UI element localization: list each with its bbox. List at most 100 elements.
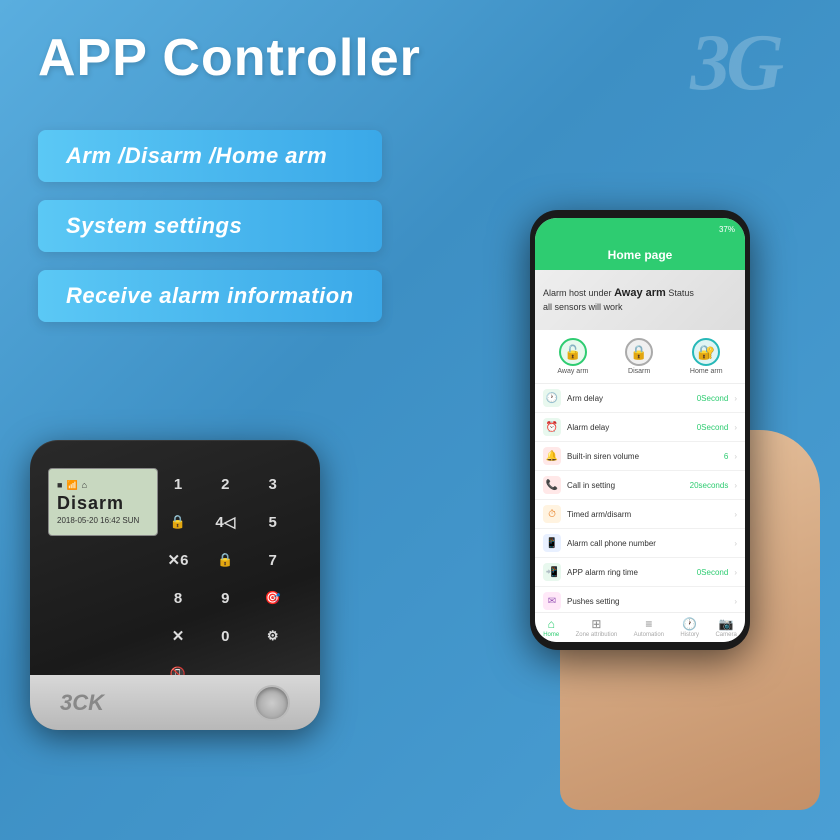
- home-arm-button[interactable]: 🔐 Home arm: [690, 338, 723, 375]
- siren-chevron: ›: [734, 452, 737, 461]
- key-back: ✕: [162, 622, 194, 650]
- nav-automation-icon: ≡: [645, 617, 652, 631]
- ring-time-label: APP alarm ring time: [567, 568, 691, 577]
- key-0: 0: [209, 622, 241, 650]
- home-arm-icon: 🔐: [692, 338, 720, 366]
- pushes-icon: ✉: [543, 592, 561, 610]
- alarm-delay-chevron: ›: [734, 423, 737, 432]
- nav-history-icon: 🕐: [682, 617, 697, 631]
- home-arm-label: Home arm: [690, 368, 723, 375]
- pill-arm: Arm /Disarm /Home arm: [38, 130, 382, 182]
- arm-buttons-row: 🔓 Away arm 🔒 Disarm 🔐 Home arm: [535, 330, 745, 384]
- nav-zone[interactable]: ⊞ Zone attribution: [576, 617, 618, 638]
- nav-home-label: Home: [543, 632, 559, 638]
- key-lock-top: 🔒: [162, 508, 194, 536]
- screen-status-text: Disarm: [57, 493, 124, 514]
- settings-row-phone-number[interactable]: 📱 Alarm call phone number ›: [535, 529, 745, 558]
- device-keypad: 1 2 3 🔒 4◁ 5 ✕6 🔒 7 8 9 🎯 ✕ 0 ⚙ 📵: [154, 462, 302, 696]
- pill-alarm: Receive alarm information: [38, 270, 382, 322]
- siren-value: 6: [724, 452, 728, 461]
- away-arm-label: Away arm: [557, 368, 588, 375]
- nav-camera[interactable]: 📷 Camera: [715, 617, 736, 638]
- key-target: 🎯: [257, 584, 289, 612]
- key-lock-mid: 🔒: [209, 546, 241, 574]
- alarm-device: ■📶⌂ Disarm 2018-05-20 16:42 SUN 1 2 3 🔒 …: [30, 440, 330, 760]
- nav-automation[interactable]: ≡ Automation: [634, 617, 664, 638]
- phone-number-chevron: ›: [734, 539, 737, 548]
- device-panic-button[interactable]: [254, 685, 290, 721]
- phone-frame: 37% Home page Alarm host under Away arm …: [530, 210, 750, 650]
- banner-text: Alarm host under Away arm Status: [543, 286, 694, 301]
- timed-chevron: ›: [734, 510, 737, 519]
- key-gear: ⚙: [257, 622, 289, 650]
- siren-label: Built-in siren volume: [567, 452, 718, 461]
- screen-status-icons: ■📶⌂: [57, 480, 87, 491]
- background: APP Controller 3G Arm /Disarm /Home arm …: [0, 0, 840, 840]
- siren-icon: 🔔: [543, 447, 561, 465]
- call-icon: 📞: [543, 476, 561, 494]
- page-title: APP Controller: [38, 28, 421, 88]
- call-value: 20seconds: [690, 481, 729, 490]
- phone-screen: 37% Home page Alarm host under Away arm …: [535, 218, 745, 642]
- nav-home-icon: ⌂: [548, 617, 555, 631]
- device-body: ■📶⌂ Disarm 2018-05-20 16:42 SUN 1 2 3 🔒 …: [30, 440, 320, 730]
- nav-camera-icon: 📷: [719, 617, 734, 631]
- banner-desc: all sensors will work: [543, 301, 694, 314]
- nav-zone-icon: ⊞: [591, 617, 601, 631]
- arm-delay-chevron: ›: [734, 394, 737, 403]
- ring-time-value: 0Second: [697, 568, 729, 577]
- app-banner: Alarm host under Away arm Status all sen…: [535, 270, 745, 330]
- alarm-delay-label: Alarm delay: [567, 423, 691, 432]
- phone-number-icon: 📱: [543, 534, 561, 552]
- key-7: 7: [257, 546, 289, 574]
- settings-row-call[interactable]: 📞 Call in setting 20seconds ›: [535, 471, 745, 500]
- alarm-delay-value: 0Second: [697, 423, 729, 432]
- timed-icon: ⏱: [543, 505, 561, 523]
- key-9: 9: [209, 584, 241, 612]
- arm-delay-label: Arm delay: [567, 394, 691, 403]
- phone-number-label: Alarm call phone number: [567, 539, 722, 548]
- away-arm-icon: 🔓: [559, 338, 587, 366]
- device-bottom-panel: 3CK: [30, 675, 320, 730]
- phone-status-bar: 37%: [535, 218, 745, 240]
- settings-row-arm-delay[interactable]: 🕐 Arm delay 0Second ›: [535, 384, 745, 413]
- nav-home[interactable]: ⌂ Home: [543, 617, 559, 638]
- alarm-delay-icon: ⏰: [543, 418, 561, 436]
- timed-label: Timed arm/disarm: [567, 510, 722, 519]
- arm-delay-icon: 🕐: [543, 389, 561, 407]
- app-bottom-nav: ⌂ Home ⊞ Zone attribution ≡ Automation 🕐…: [535, 612, 745, 642]
- pushes-label: Pushes setting: [567, 597, 722, 606]
- device-screen: ■📶⌂ Disarm 2018-05-20 16:42 SUN: [48, 468, 158, 536]
- screen-date: 2018-05-20 16:42 SUN: [57, 516, 139, 525]
- disarm-button[interactable]: 🔒 Disarm: [625, 338, 653, 375]
- nav-history[interactable]: 🕐 History: [680, 617, 699, 638]
- settings-row-ring-time[interactable]: 📲 APP alarm ring time 0Second ›: [535, 558, 745, 587]
- battery-indicator: 37%: [719, 225, 735, 234]
- key-4: 4◁: [209, 508, 241, 536]
- feature-pills: Arm /Disarm /Home arm System settings Re…: [38, 130, 382, 322]
- key-1: 1: [162, 470, 194, 498]
- call-label: Call in setting: [567, 481, 684, 490]
- app-header: Home page: [535, 240, 745, 270]
- phone-container: 37% Home page Alarm host under Away arm …: [530, 210, 820, 810]
- settings-row-timed[interactable]: ⏱ Timed arm/disarm ›: [535, 500, 745, 529]
- pushes-chevron: ›: [734, 597, 737, 606]
- ring-time-chevron: ›: [734, 568, 737, 577]
- key-8: 8: [162, 584, 194, 612]
- nav-history-label: History: [680, 632, 699, 638]
- call-chevron: ›: [734, 481, 737, 490]
- away-arm-button[interactable]: 🔓 Away arm: [557, 338, 588, 375]
- arm-delay-value: 0Second: [697, 394, 729, 403]
- settings-row-alarm-delay[interactable]: ⏰ Alarm delay 0Second ›: [535, 413, 745, 442]
- pill-settings: System settings: [38, 200, 382, 252]
- settings-list: 🕐 Arm delay 0Second › ⏰ Alarm delay 0Sec…: [535, 384, 745, 616]
- disarm-icon: 🔒: [625, 338, 653, 366]
- ring-time-icon: 📲: [543, 563, 561, 581]
- key-2: 2: [209, 470, 241, 498]
- disarm-label: Disarm: [628, 368, 650, 375]
- app-header-title: Home page: [608, 248, 673, 262]
- key-3: 3: [257, 470, 289, 498]
- settings-row-siren[interactable]: 🔔 Built-in siren volume 6 ›: [535, 442, 745, 471]
- key-6: ✕6: [162, 546, 194, 574]
- nav-camera-label: Camera: [715, 632, 736, 638]
